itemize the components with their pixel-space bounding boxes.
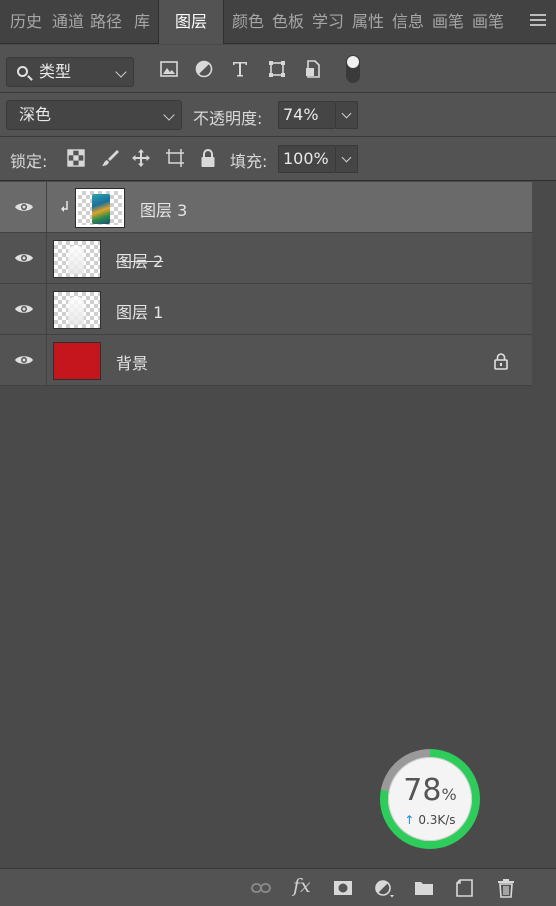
layer-row-3[interactable]: 图层 3 [0, 182, 532, 233]
lock-all-icon[interactable] [198, 148, 218, 168]
upload-speed: ↑ 0.3K/s [404, 813, 456, 827]
chevron-down-icon [115, 66, 127, 78]
column-divider [46, 233, 47, 284]
fill-dropdown-button[interactable] [336, 145, 358, 173]
layer-thumbnail[interactable] [53, 342, 101, 380]
layer-lock-icon[interactable] [493, 352, 509, 370]
layers-bottom-toolbar: fx [0, 868, 556, 906]
tab-properties[interactable]: 属性 [350, 0, 386, 44]
blend-mode-dropdown[interactable]: 深色 [6, 100, 182, 130]
type-filter-icon[interactable] [230, 59, 250, 79]
blend-opacity-bar: 深色 不透明度: 74% [0, 93, 556, 137]
visibility-eye-icon[interactable] [14, 201, 34, 213]
chevron-down-icon [163, 109, 175, 121]
column-divider [46, 284, 47, 335]
tab-learn[interactable]: 学习 [310, 0, 346, 44]
add-layer-style-button[interactable]: fx [293, 875, 311, 897]
filter-toggle-switch[interactable] [346, 55, 360, 83]
add-layer-mask-icon[interactable] [333, 878, 353, 898]
layer-row-background[interactable]: 背景 [0, 335, 532, 386]
filter-kind-dropdown[interactable]: 类型 [6, 57, 134, 87]
lock-label: 锁定: [10, 152, 48, 171]
tab-paths[interactable]: 路径 [90, 0, 122, 44]
adjustment-filter-icon[interactable] [194, 59, 214, 79]
tab-history[interactable]: 历史 [6, 0, 46, 44]
lock-image-pixels-icon[interactable] [100, 148, 120, 168]
visibility-eye-icon[interactable] [14, 303, 34, 315]
opacity-label: 不透明度: [193, 109, 263, 128]
visibility-eye-icon[interactable] [14, 354, 34, 366]
tab-brushes[interactable]: 画笔 [430, 0, 466, 44]
tab-channels[interactable]: 通道 [52, 0, 84, 44]
layer-row-2[interactable]: 图层 2 [0, 233, 532, 284]
tab-swatches[interactable]: 色板 [270, 0, 306, 44]
column-divider [46, 182, 47, 233]
new-adjustment-layer-icon[interactable] [374, 878, 394, 898]
fill-input[interactable]: 100% [278, 145, 336, 173]
filter-kind-label: 类型 [39, 62, 72, 81]
clipping-mask-arrow-icon [61, 201, 68, 212]
upload-arrow-icon: ↑ [404, 813, 415, 827]
panel-tab-bar: 历史 通道 路径 库 图层 颜色 色板 学习 属性 信息 画笔 画笔 [0, 0, 556, 44]
layer-filter-bar: 类型 [0, 45, 556, 93]
layer-name[interactable]: 背景 [116, 350, 148, 374]
lock-artboard-icon[interactable] [165, 148, 185, 168]
link-layers-icon[interactable] [251, 878, 271, 898]
layer-thumbnail[interactable] [53, 240, 101, 278]
new-group-folder-icon[interactable] [414, 878, 434, 898]
search-icon [17, 66, 28, 77]
delete-layer-trash-icon[interactable] [496, 878, 516, 898]
fill-label: 填充: [230, 152, 268, 171]
layer-name[interactable]: 图层 1 [116, 299, 163, 323]
opacity-dropdown-button[interactable] [336, 101, 358, 129]
opacity-input[interactable]: 74% [278, 101, 336, 129]
new-layer-icon[interactable] [455, 878, 475, 898]
lock-position-icon[interactable] [131, 148, 151, 168]
blend-mode-value: 深色 [19, 105, 52, 124]
smart-object-filter-icon[interactable] [303, 59, 323, 79]
network-speed-widget[interactable]: 78% ↑ 0.3K/s [380, 749, 480, 849]
network-speed-face: 78% ↑ 0.3K/s [388, 757, 472, 841]
lock-transparent-pixels-icon[interactable] [66, 148, 86, 168]
tab-layers[interactable]: 图层 [158, 0, 224, 44]
layer-row-1[interactable]: 图层 1 [0, 284, 532, 335]
layer-name[interactable]: 图层 2 [116, 248, 163, 272]
tab-color[interactable]: 颜色 [230, 0, 266, 44]
tab-info[interactable]: 信息 [390, 0, 426, 44]
usage-percent: 78% [403, 773, 457, 808]
column-divider [46, 335, 47, 386]
tab-brush-settings[interactable]: 画笔 [470, 0, 506, 44]
layer-thumbnail[interactable] [75, 188, 125, 228]
image-filter-icon[interactable] [159, 59, 179, 79]
panel-menu-icon[interactable] [530, 14, 546, 28]
layer-thumbnail[interactable] [53, 291, 101, 329]
shape-filter-icon[interactable] [267, 59, 287, 79]
visibility-eye-icon[interactable] [14, 252, 34, 264]
tab-libraries[interactable]: 库 [128, 0, 156, 44]
layers-scrollbar[interactable] [532, 182, 556, 868]
layer-name[interactable]: 图层 3 [140, 197, 187, 221]
